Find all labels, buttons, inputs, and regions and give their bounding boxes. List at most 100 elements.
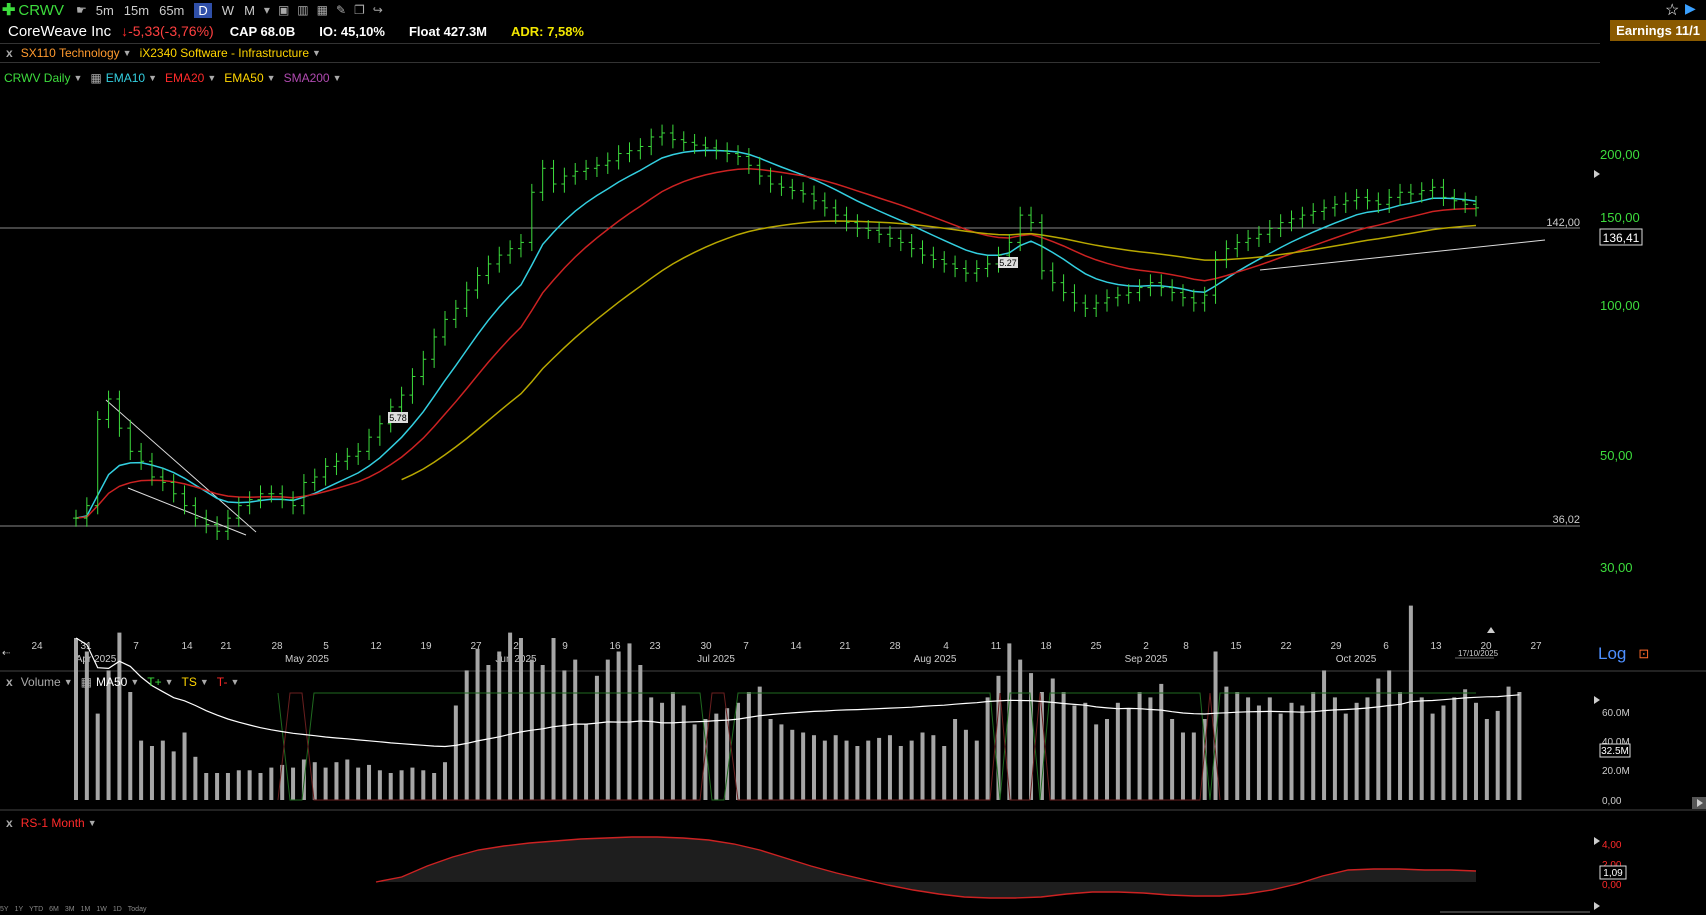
price-bar bbox=[735, 145, 742, 166]
log-scale-toggle[interactable]: Log ⊡ bbox=[1598, 644, 1649, 664]
lock-icon[interactable]: ⊡ bbox=[1638, 646, 1649, 662]
price-axis-label: 100,00 bbox=[1600, 298, 1640, 313]
range-6m[interactable]: 6M bbox=[49, 906, 59, 913]
price-bar bbox=[366, 428, 373, 461]
price-bar bbox=[1462, 192, 1469, 213]
annotation-1[interactable]: 5.78 bbox=[388, 412, 408, 423]
close-icon[interactable]: x bbox=[6, 816, 13, 830]
volume-bar bbox=[84, 651, 89, 800]
price-bar bbox=[1353, 188, 1360, 210]
price-bar bbox=[73, 509, 79, 527]
price-bar bbox=[1060, 274, 1067, 302]
volume-bar bbox=[670, 692, 675, 800]
trendline-rising[interactable] bbox=[1259, 239, 1546, 271]
volume-title[interactable]: Volume bbox=[21, 675, 61, 689]
volume-bar bbox=[887, 735, 892, 800]
range-today[interactable]: Today bbox=[128, 906, 147, 913]
date-tick: 23 bbox=[649, 641, 661, 652]
annotation-1-label: 5.78 bbox=[389, 413, 407, 423]
range-1w[interactable]: 1W bbox=[96, 906, 107, 913]
price-bar bbox=[930, 246, 937, 269]
price-bar bbox=[1245, 229, 1252, 252]
tplus-label[interactable]: T+ bbox=[147, 675, 161, 689]
ts-label[interactable]: TS bbox=[182, 675, 197, 689]
rs-pane-header: x RS-1 Month ▼ bbox=[0, 816, 105, 830]
volume-bar bbox=[540, 665, 545, 800]
price-bar bbox=[550, 159, 557, 193]
volume-bar bbox=[1365, 697, 1370, 800]
chevron-down-icon[interactable]: ▼ bbox=[130, 677, 139, 687]
date-tick: 21 bbox=[839, 641, 851, 652]
range-3m[interactable]: 3M bbox=[65, 906, 75, 913]
volume-bar bbox=[1452, 697, 1457, 800]
rs-title[interactable]: RS-1 Month bbox=[21, 816, 85, 830]
axis-arrow-icon[interactable] bbox=[1594, 696, 1600, 704]
axis-arrow-icon[interactable] bbox=[1594, 837, 1600, 845]
price-bar bbox=[355, 442, 362, 465]
annotation-2[interactable]: 5.27 bbox=[998, 257, 1018, 268]
range-1m[interactable]: 1M bbox=[81, 906, 91, 913]
scroll-up-icon[interactable] bbox=[1487, 627, 1495, 633]
ma50-label[interactable]: MA50 bbox=[96, 675, 127, 689]
volume-bar bbox=[1029, 673, 1034, 800]
axis-arrow-icon[interactable] bbox=[1594, 170, 1600, 178]
range-buttons: 5Y 1Y YTD 6M 3M 1M 1W 1D Today bbox=[0, 906, 152, 913]
grid-icon[interactable]: ▦ bbox=[81, 675, 92, 689]
price-bar bbox=[604, 152, 611, 174]
date-axis[interactable]: 24 31 7 14 21 28 5 12 19 27 2 9 16 23 30 7 14 21 28 4 11 18 25… bbox=[31, 641, 1542, 665]
range-1y[interactable]: 1Y bbox=[15, 906, 24, 913]
volume-bar bbox=[269, 767, 274, 800]
price-bar bbox=[865, 220, 872, 239]
price-bar bbox=[1473, 195, 1479, 217]
price-bar bbox=[1169, 279, 1176, 302]
price-bar bbox=[886, 225, 893, 247]
price-chart[interactable]: 5.78 5.27 142,00 36,02 200,00 150,00 100… bbox=[0, 0, 1706, 915]
price-bar bbox=[626, 142, 633, 163]
volume-bar bbox=[1484, 719, 1489, 800]
price-bar bbox=[235, 497, 242, 527]
chevron-down-icon[interactable]: ▼ bbox=[200, 677, 209, 687]
price-bar bbox=[1234, 234, 1241, 258]
volume-bar bbox=[974, 740, 979, 800]
price-bar bbox=[962, 260, 969, 282]
trendline-upper[interactable] bbox=[105, 399, 257, 533]
volume-bar bbox=[931, 735, 936, 800]
chevron-down-icon[interactable]: ▼ bbox=[165, 677, 174, 687]
price-bar bbox=[1407, 183, 1414, 203]
volume-bar bbox=[594, 675, 599, 800]
price-bar bbox=[127, 419, 134, 461]
ema20-line bbox=[75, 168, 1477, 519]
price-bar bbox=[1136, 279, 1143, 302]
date-tick: 16 bbox=[609, 641, 621, 652]
price-bar bbox=[517, 234, 524, 258]
volume-bar bbox=[149, 746, 154, 800]
tminus-label[interactable]: T- bbox=[217, 675, 228, 689]
volume-bar bbox=[573, 659, 578, 800]
price-bar bbox=[810, 185, 817, 210]
volume-bar bbox=[280, 764, 285, 800]
volume-bar bbox=[95, 713, 100, 800]
volume-bar bbox=[1018, 659, 1023, 800]
volume-bar bbox=[1408, 605, 1413, 800]
volume-bar bbox=[1441, 705, 1446, 800]
chevron-down-icon[interactable]: ▼ bbox=[64, 677, 73, 687]
volume-bar bbox=[953, 719, 958, 800]
price-bar bbox=[376, 415, 383, 446]
range-5y[interactable]: 5Y bbox=[0, 906, 9, 913]
volume-bar bbox=[453, 705, 458, 800]
price-bar bbox=[224, 509, 231, 540]
price-bar bbox=[778, 175, 785, 196]
range-ytd[interactable]: YTD bbox=[29, 906, 43, 913]
volume-bar bbox=[1300, 705, 1305, 800]
price-bar bbox=[680, 131, 687, 152]
chevron-down-icon[interactable]: ▼ bbox=[230, 677, 239, 687]
volume-bar bbox=[757, 686, 762, 800]
volume-bar bbox=[1115, 702, 1120, 800]
axis-arrow-icon[interactable] bbox=[1594, 902, 1600, 910]
volume-bar bbox=[215, 773, 220, 800]
chevron-down-icon[interactable]: ▼ bbox=[88, 818, 97, 828]
scroll-left-icon[interactable]: ⇠ bbox=[2, 648, 10, 659]
close-icon[interactable]: x bbox=[6, 675, 13, 689]
volume-bar bbox=[822, 740, 827, 800]
range-1d[interactable]: 1D bbox=[113, 906, 122, 913]
